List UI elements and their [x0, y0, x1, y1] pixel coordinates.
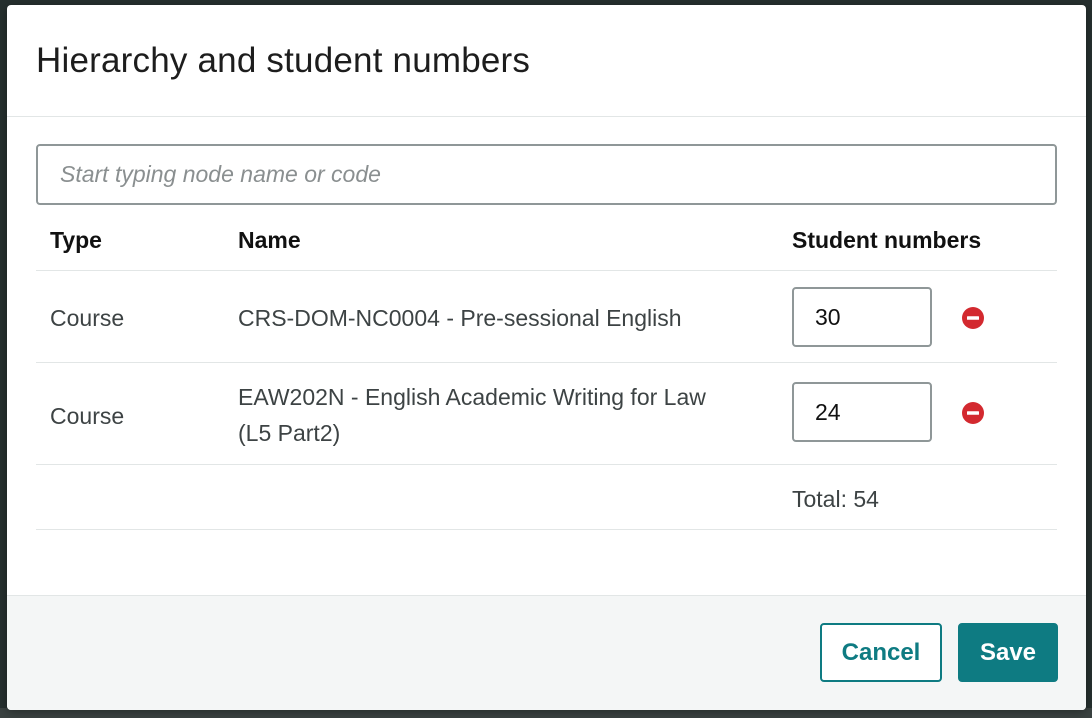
row-name-line-1: EAW202N - English Academic Writing for L… [238, 384, 706, 410]
student-numbers-total: Total: 54 [792, 486, 879, 512]
row-name: EAW202N - English Academic Writing for L… [238, 379, 706, 451]
table-header-divider [36, 270, 1057, 271]
row-type: Course [50, 305, 125, 331]
column-header-type: Type [50, 227, 102, 253]
remove-row-icon[interactable] [961, 401, 985, 425]
row-name-line-2: (L5 Part2) [238, 420, 341, 446]
column-header-student-numbers: Student numbers [792, 227, 982, 253]
dialog-title: Hierarchy and student numbers [36, 41, 531, 80]
total-divider [36, 529, 1057, 530]
student-numbers-input[interactable] [792, 287, 932, 347]
save-button[interactable]: Save [958, 623, 1058, 682]
hierarchy-dialog: Hierarchy and student numbers Type Name … [7, 5, 1086, 710]
node-search-input[interactable] [36, 144, 1057, 205]
student-numbers-input[interactable] [792, 382, 932, 442]
row-name: CRS-DOM-NC0004 - Pre-sessional English [238, 305, 682, 331]
dialog-header: Hierarchy and student numbers [7, 5, 1086, 117]
row-type: Course [50, 403, 125, 429]
row-divider [36, 362, 1057, 363]
column-header-name: Name [238, 227, 301, 253]
dialog-footer: Cancel Save [7, 595, 1086, 710]
remove-row-icon[interactable] [961, 306, 985, 330]
row-divider [36, 464, 1057, 465]
cancel-button[interactable]: Cancel [820, 623, 942, 682]
